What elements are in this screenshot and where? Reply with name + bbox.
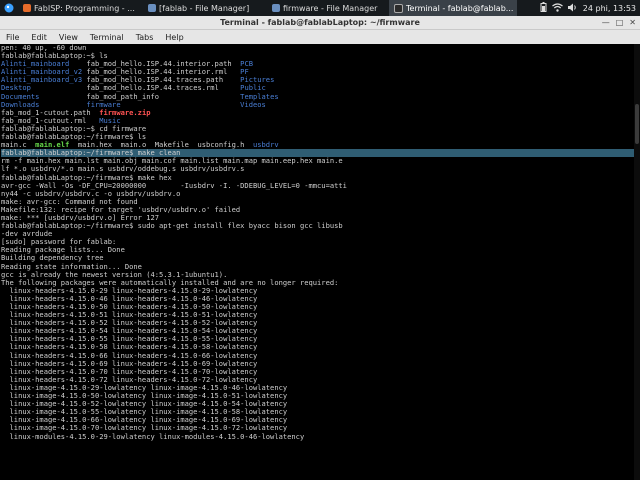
- taskbar-task-terminal[interactable]: Terminal - fablab@fablab...: [389, 0, 517, 16]
- window-controls: — □ ✕: [602, 18, 636, 27]
- folder-icon: [148, 4, 156, 12]
- terminal-text: usbdrv: [253, 140, 279, 150]
- taskbar: FabISP: Programming - ... [fablab - File…: [0, 0, 640, 16]
- terminal-text: linux-modules-4.15.0-29-lowlatency linux…: [1, 431, 305, 441]
- clock[interactable]: 24 phi, 13:53: [583, 4, 636, 13]
- menu-help[interactable]: Help: [159, 33, 189, 42]
- mouse-logo-icon: [4, 3, 14, 13]
- menu-view[interactable]: View: [53, 33, 84, 42]
- menu-file[interactable]: File: [0, 33, 25, 42]
- menu-edit[interactable]: Edit: [25, 33, 53, 42]
- menubar: File Edit View Terminal Tabs Help: [0, 30, 640, 44]
- taskbar-task-browser[interactable]: FabISP: Programming - ...: [18, 0, 143, 16]
- window-titlebar[interactable]: Terminal - fablab@fablabLaptop: ~/firmwa…: [0, 16, 640, 30]
- folder-icon: [272, 4, 280, 12]
- volume-icon[interactable]: [567, 3, 578, 14]
- taskbar-task-label: Terminal - fablab@fablab...: [406, 3, 514, 13]
- menu-tabs[interactable]: Tabs: [130, 33, 160, 42]
- system-tray: 24 phi, 13:53: [540, 2, 640, 14]
- scrollbar-thumb[interactable]: [635, 104, 639, 144]
- battery-icon[interactable]: [540, 2, 547, 14]
- taskbar-task-label: firmware - File Manager: [283, 3, 378, 13]
- window-title: Terminal - fablab@fablabLaptop: ~/firmwa…: [220, 18, 420, 27]
- terminal-text: fablab@fablabLaptop:~/firmware$ sudo apt…: [1, 221, 343, 231]
- terminal-icon: [394, 3, 403, 13]
- app-menu-button[interactable]: [0, 0, 18, 16]
- taskbar-task-file-manager-fablab[interactable]: [fablab - File Manager]: [143, 0, 267, 16]
- terminal-line: linux-modules-4.15.0-29-lowlatency linux…: [1, 431, 634, 441]
- close-icon[interactable]: ✕: [629, 18, 636, 27]
- browser-icon: [23, 4, 31, 12]
- wifi-icon[interactable]: [551, 2, 563, 14]
- maximize-icon[interactable]: □: [616, 18, 624, 27]
- taskbar-task-label: [fablab - File Manager]: [159, 3, 250, 13]
- taskbar-task-label: FabISP: Programming - ...: [34, 3, 135, 13]
- menu-terminal[interactable]: Terminal: [84, 33, 130, 42]
- scrollbar[interactable]: [634, 44, 640, 480]
- minimize-icon[interactable]: —: [602, 18, 610, 27]
- terminal-output[interactable]: pen: 40 up, -60 down fablab@fablabLaptop:…: [0, 44, 634, 480]
- terminal-text: Videos: [240, 99, 266, 109]
- taskbar-task-file-manager-firmware[interactable]: firmware - File Manager: [267, 0, 389, 16]
- terminal-line: fablab@fablabLaptop:~/firmware$ sudo apt…: [1, 222, 634, 230]
